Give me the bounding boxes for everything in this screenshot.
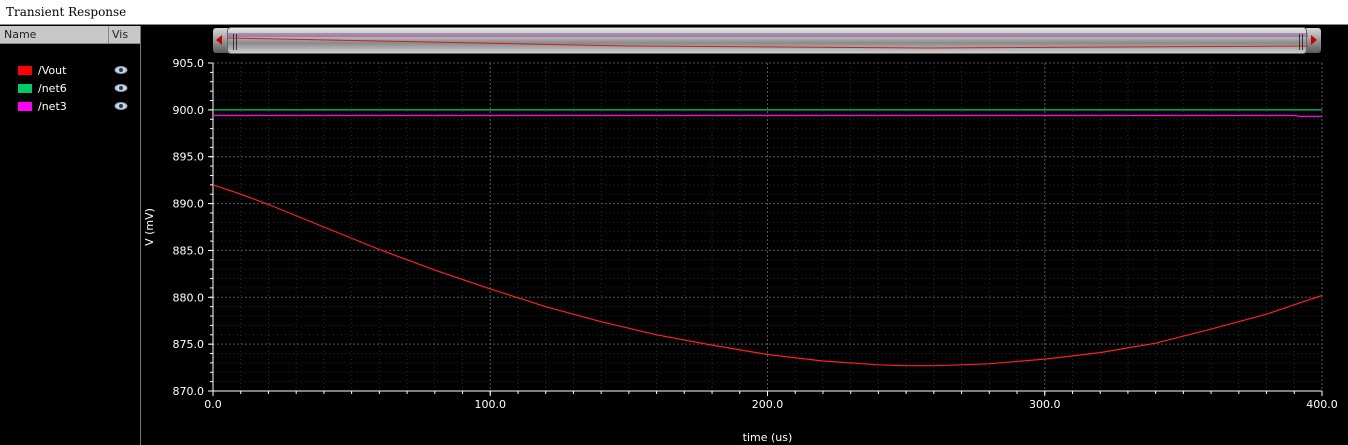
x-axis-label: time (us) xyxy=(743,431,793,444)
waveform-plot[interactable]: 0.0 100.0 200.0 300.0 400.0 870.0 875.0 880.0 88… xyxy=(141,56,1348,445)
column-header-name[interactable]: Name xyxy=(4,28,36,41)
signal-name: /Vout xyxy=(38,64,67,77)
y-tick-label: 885.0 xyxy=(173,244,205,257)
y-tick-label: 875.0 xyxy=(173,338,205,351)
signal-item[interactable]: /net6 xyxy=(14,82,134,96)
x-tick-label: 400.0 xyxy=(1306,398,1338,411)
y-axis-label: V (mV) xyxy=(143,208,156,246)
signal-color-swatch xyxy=(18,66,32,75)
signal-name: /net6 xyxy=(38,82,67,95)
x-tick-label: 0.0 xyxy=(204,398,222,411)
overview-traces xyxy=(228,33,1308,49)
arrow-left-icon[interactable] xyxy=(216,35,222,45)
x-tick-label: 200.0 xyxy=(752,398,784,411)
eye-icon[interactable] xyxy=(114,101,128,111)
eye-icon[interactable] xyxy=(114,83,128,93)
scrollbar-thumb[interactable] xyxy=(227,27,1308,54)
signal-name: /net3 xyxy=(38,100,67,113)
window-title: Transient Response xyxy=(6,5,127,19)
y-tick-label: 895.0 xyxy=(173,151,205,164)
y-tick-label: 900.0 xyxy=(173,104,205,117)
eye-icon[interactable] xyxy=(114,65,128,75)
signal-item[interactable]: /net3 xyxy=(14,100,134,114)
x-scrollbar[interactable] xyxy=(141,26,1348,56)
signal-list-panel: Name Vis /Vout/net6/net3 xyxy=(0,26,141,445)
scrollbar-right-grip[interactable] xyxy=(1299,34,1303,50)
signal-color-swatch xyxy=(18,84,32,93)
signal-item[interactable]: /Vout xyxy=(14,64,134,78)
y-tick-label: 870.0 xyxy=(173,385,205,398)
signal-list-header: Name Vis xyxy=(0,26,140,44)
arrow-right-icon[interactable] xyxy=(1311,35,1317,45)
y-tick-label: 880.0 xyxy=(173,291,205,304)
y-tick-label: 890.0 xyxy=(173,198,205,211)
title-bar: Transient Response xyxy=(0,0,1348,25)
x-tick-label: 300.0 xyxy=(1029,398,1061,411)
y-tick-label: 905.0 xyxy=(173,57,205,70)
overview-vout-trace xyxy=(228,37,1308,49)
signal-color-swatch xyxy=(18,102,32,111)
transient-chart[interactable]: 0.0 100.0 200.0 300.0 400.0 870.0 875.0 880.0 88… xyxy=(141,56,1348,445)
scrollbar-left-grip[interactable] xyxy=(233,34,237,50)
column-header-vis[interactable]: Vis xyxy=(108,26,128,43)
x-tick-label: 100.0 xyxy=(475,398,507,411)
